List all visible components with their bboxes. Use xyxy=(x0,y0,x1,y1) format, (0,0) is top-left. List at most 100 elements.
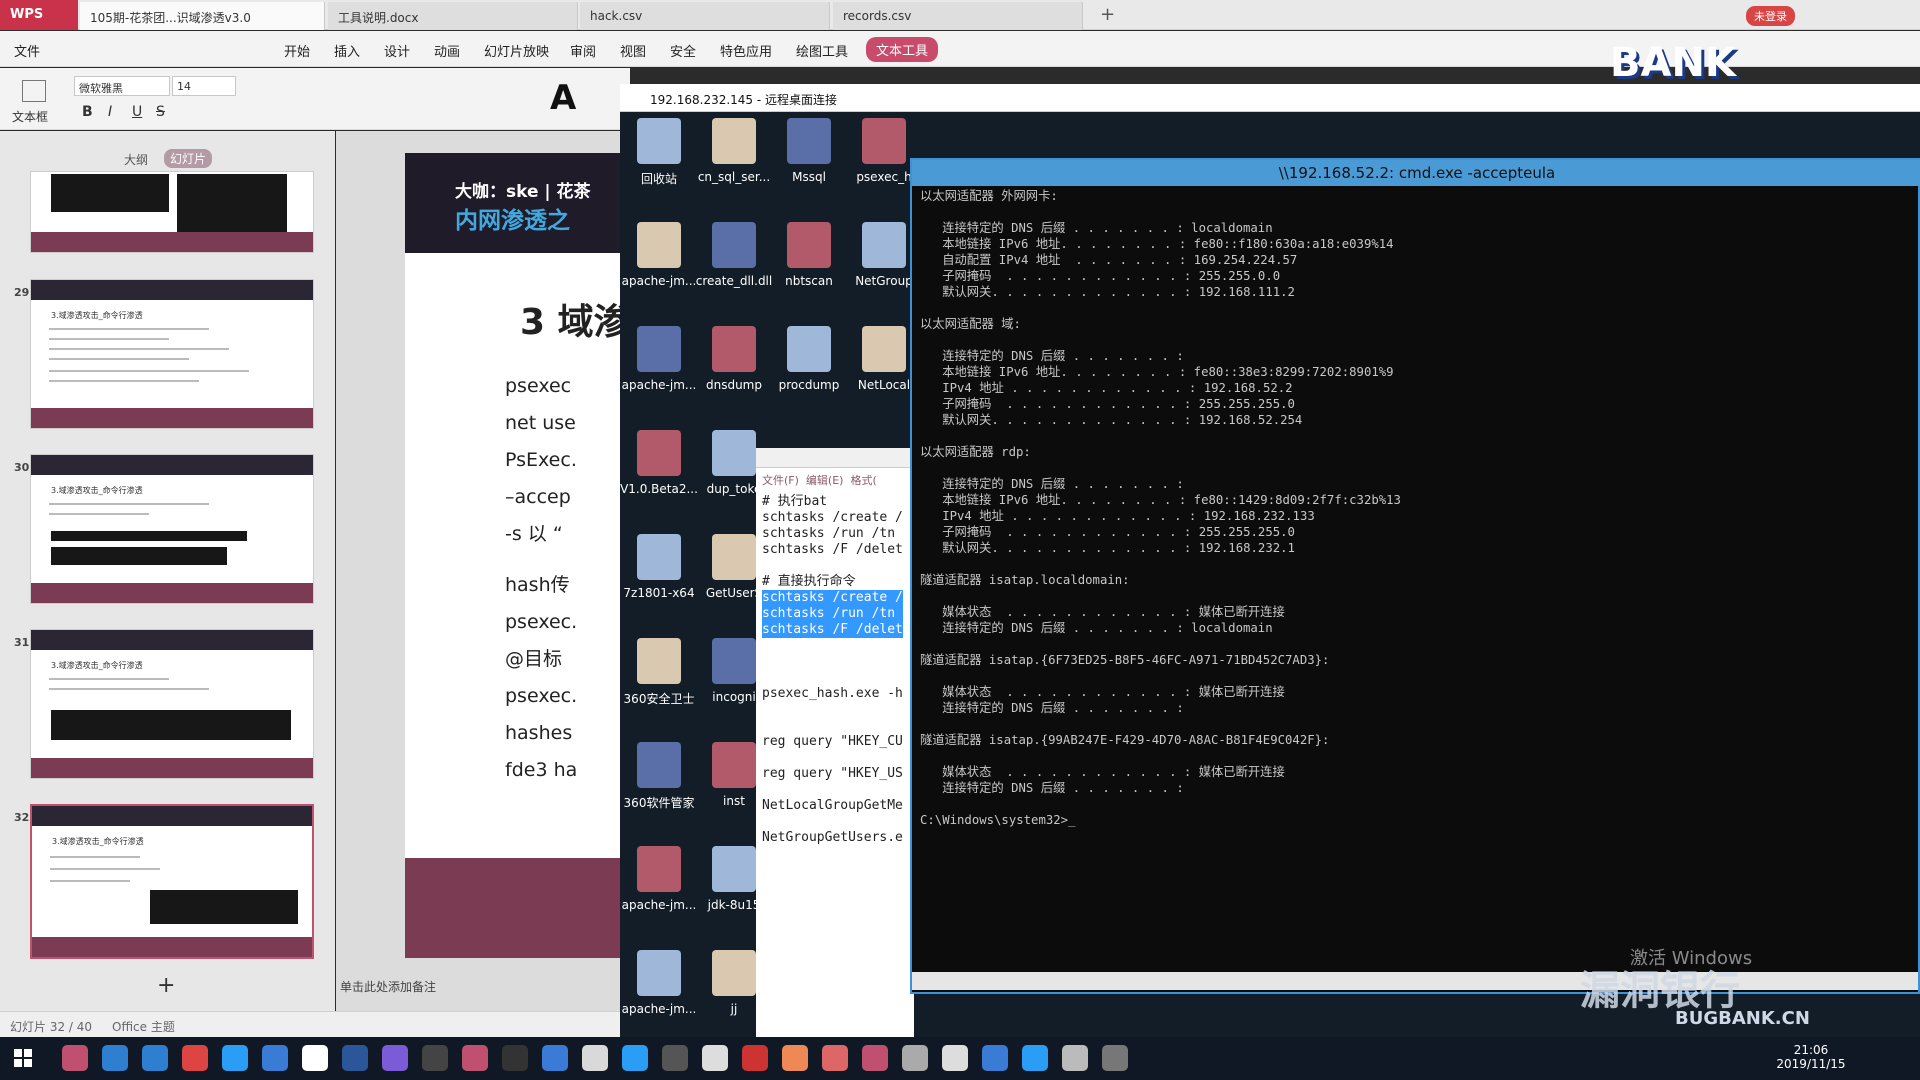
add-slide-button[interactable]: + xyxy=(157,973,175,998)
tab-records-csv[interactable]: records.csv xyxy=(833,2,1083,30)
desktop-icon[interactable]: apache-jm... xyxy=(620,846,698,946)
menu-view[interactable]: 视图 xyxy=(620,41,646,60)
menu-file[interactable]: 文件 xyxy=(14,41,40,60)
taskbar-app-icon[interactable] xyxy=(742,1045,768,1071)
slide-thumb-29[interactable]: 3.域渗透攻击_命令行渗透 xyxy=(30,279,314,429)
taskbar-app-icon[interactable] xyxy=(1102,1045,1128,1071)
taskbar-app-icon[interactable] xyxy=(702,1045,728,1071)
menu-text-tools[interactable]: 文本工具 xyxy=(866,37,939,62)
taskbar-app-icon[interactable] xyxy=(502,1045,528,1071)
taskbar-app-icon[interactable] xyxy=(662,1045,688,1071)
notepad-line xyxy=(762,702,903,718)
slide-thumb-30[interactable]: 3.域渗透攻击_命令行渗透 xyxy=(30,454,314,604)
taskbar-app-icon[interactable] xyxy=(262,1045,288,1071)
login-badge[interactable]: 未登录 xyxy=(1746,6,1795,26)
slide-thumb-32-selected[interactable]: 3.域渗透攻击_命令行渗透 xyxy=(30,804,314,959)
desktop-icon[interactable]: 360安全卫士 xyxy=(620,638,698,738)
app-icon xyxy=(712,326,756,372)
taskbar-app-icon[interactable] xyxy=(582,1045,608,1071)
slide-thumb-28[interactable] xyxy=(30,171,314,253)
desktop-icon[interactable]: apache-jm... xyxy=(620,326,698,426)
italic-button[interactable]: I xyxy=(108,104,112,120)
taskbar-app-icon[interactable] xyxy=(222,1045,248,1071)
menu-security[interactable]: 安全 xyxy=(670,41,696,60)
desktop-icon[interactable]: nbtscan xyxy=(770,222,848,322)
new-tab-button[interactable]: + xyxy=(1100,4,1115,25)
bold-button[interactable]: B xyxy=(82,104,93,120)
slide-number: 29 xyxy=(14,286,30,299)
desktop-icon[interactable]: 回收站 xyxy=(620,118,698,218)
taskbar-app-icon[interactable] xyxy=(542,1045,568,1071)
taskbar-app-icon[interactable] xyxy=(342,1045,368,1071)
desktop-icon-label: Mssql xyxy=(792,170,826,184)
cmd-window[interactable]: \\192.168.52.2: cmd.exe -accepteula 以太网适… xyxy=(910,158,1920,994)
tab-outline[interactable]: 大纲 xyxy=(124,151,148,168)
cmd-horizontal-scrollbar[interactable] xyxy=(912,972,1918,990)
tab-hack-csv[interactable]: hack.csv xyxy=(580,2,830,30)
menu-animation[interactable]: 动画 xyxy=(434,41,460,60)
current-slide[interactable]: 大咖：ske | 花茶 内网渗透之 3 域渗 psexec net use PsEx… xyxy=(405,153,630,958)
underline-button[interactable]: U xyxy=(132,104,142,120)
taskbar-app-icon[interactable] xyxy=(1062,1045,1088,1071)
taskbar-app-icon[interactable] xyxy=(62,1045,88,1071)
menu-drawing-tools[interactable]: 绘图工具 xyxy=(796,41,848,60)
tab-ppt[interactable]: 105期-花茶团...识域渗透v3.0 xyxy=(80,2,325,30)
desktop-icon[interactable]: 7z1801-x64 xyxy=(620,534,698,634)
desktop-icon[interactable]: dnsdump xyxy=(695,326,773,426)
notepad-menu[interactable]: 文件(F) 编辑(E) 格式( xyxy=(762,472,877,488)
taskbar-app-icon[interactable] xyxy=(102,1045,128,1071)
desktop-icon[interactable]: apache-jm... xyxy=(620,222,698,322)
clock[interactable]: 21:06 2019/11/15 xyxy=(1776,1043,1846,1071)
taskbar-app-icon[interactable] xyxy=(182,1045,208,1071)
taskbar-app-icon[interactable] xyxy=(462,1045,488,1071)
desktop-icon[interactable]: Mssql xyxy=(770,118,848,218)
strike-button[interactable]: S xyxy=(156,104,165,120)
menu-features[interactable]: 特色应用 xyxy=(720,41,772,60)
desktop-icon[interactable]: V1.0.Beta2... xyxy=(620,430,698,530)
watermark-sub: BUGBANK.CN xyxy=(1675,1008,1810,1029)
taskbar-app-icon[interactable] xyxy=(862,1045,888,1071)
taskbar-app-icon[interactable] xyxy=(782,1045,808,1071)
slide-number: 32 xyxy=(14,811,30,824)
desktop-icon[interactable]: create_dll.dll xyxy=(695,222,773,322)
desktop-icon[interactable]: apache-jm... xyxy=(620,950,698,1050)
taskbar-app-icon[interactable] xyxy=(622,1045,648,1071)
wps-logo[interactable]: WPS xyxy=(0,0,78,30)
taskbar-app-icon[interactable] xyxy=(902,1045,928,1071)
desktop-icon[interactable]: cn_sql_ser... xyxy=(695,118,773,218)
font-select[interactable]: 微软雅黑 xyxy=(74,76,170,96)
notes-placeholder[interactable]: 单击此处添加备注 xyxy=(340,978,436,995)
text-style-a[interactable]: A xyxy=(550,78,576,118)
menu-slideshow[interactable]: 幻灯片放映 xyxy=(484,41,549,60)
notepad-line: schtasks /F /delet xyxy=(762,622,903,638)
tab-docx[interactable]: 工具说明.docx xyxy=(328,2,578,30)
slide-thumb-31[interactable]: 3.域渗透攻击_命令行渗透 xyxy=(30,629,314,779)
taskbar-app-icon[interactable] xyxy=(942,1045,968,1071)
slide-header-line1: 大咖：ske | 花茶 xyxy=(455,182,591,202)
desktop-icon-label: dnsdump xyxy=(705,378,762,392)
slide-header-line2: 内网渗透之 xyxy=(455,208,570,234)
taskbar-app-icon[interactable] xyxy=(422,1045,448,1071)
menu-review[interactable]: 审阅 xyxy=(570,41,596,60)
notepad-text[interactable]: # 执行bat schtasks /create / schtasks /run /… xyxy=(762,494,903,846)
notepad-window[interactable]: 文件(F) 编辑(E) 格式( # 执行bat schtasks /create … xyxy=(756,448,914,1043)
menu-design[interactable]: 设计 xyxy=(384,41,410,60)
menu-insert[interactable]: 插入 xyxy=(334,41,360,60)
taskbar-app-icon[interactable] xyxy=(302,1045,328,1071)
app-icon xyxy=(862,118,906,164)
cmd-output[interactable]: 以太网适配器 外网网卡: 连接特定的 DNS 后缀 . . . . . . . … xyxy=(920,188,1910,968)
font-size-select[interactable]: 14 xyxy=(172,76,236,96)
desktop-icon-label: apache-jm... xyxy=(621,274,697,288)
taskbar-app-icon[interactable] xyxy=(142,1045,168,1071)
desktop-icon[interactable]: 360软件管家 xyxy=(620,742,698,842)
menu-home[interactable]: 开始 xyxy=(284,41,310,60)
taskbar-app-icon[interactable] xyxy=(822,1045,848,1071)
taskbar-app-icon[interactable] xyxy=(982,1045,1008,1071)
taskbar-app-icon[interactable] xyxy=(1022,1045,1048,1071)
taskbar-app-icon[interactable] xyxy=(382,1045,408,1071)
start-icon[interactable] xyxy=(14,1049,32,1067)
app-icon xyxy=(637,326,681,372)
desktop-icon[interactable]: procdump xyxy=(770,326,848,426)
tab-slides[interactable]: 幻灯片 xyxy=(164,149,213,168)
textbox-button[interactable]: 文本框 xyxy=(12,108,48,125)
